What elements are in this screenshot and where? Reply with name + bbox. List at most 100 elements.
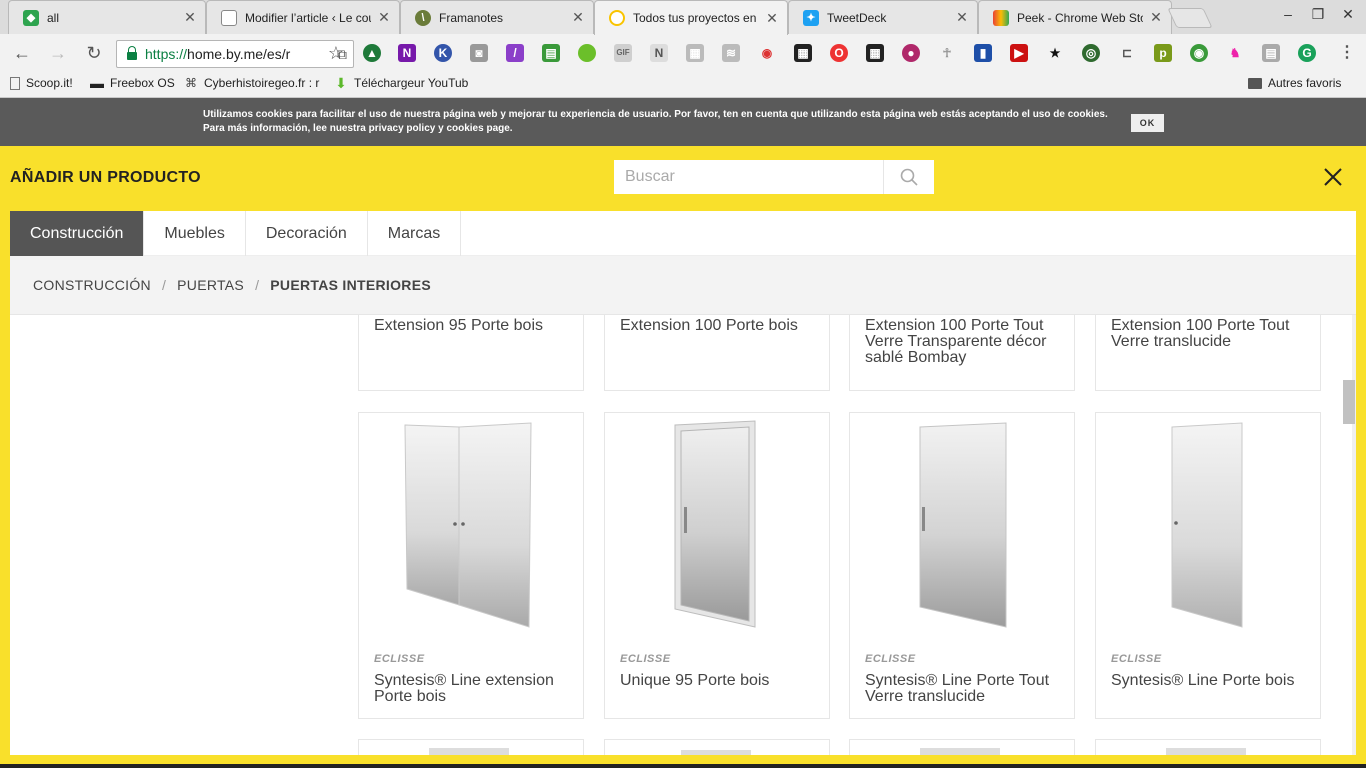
green-dot-icon[interactable] xyxy=(578,44,596,62)
category-tabs: Construcción Muebles Decoración Marcas xyxy=(10,211,1356,262)
tab-title: Framanotes xyxy=(439,10,504,25)
bookmark-item[interactable]: Scoop.it! xyxy=(10,76,73,90)
product-card[interactable]: Extension 100 Porte Tout Verre Transpare… xyxy=(849,315,1075,391)
qr-code-icon[interactable]: ▦ xyxy=(866,44,884,62)
video-icon[interactable]: ▶ xyxy=(1010,44,1028,62)
browser-tab[interactable]: Peek - Chrome Web Sto ✕ xyxy=(978,0,1172,34)
breadcrumb-item[interactable]: CONSTRUCCIÓN xyxy=(33,277,151,293)
bookmark-item[interactable]: ▬ Freebox OS xyxy=(90,76,175,90)
product-card[interactable]: ECLISSE Syntesis® Line extension Porte b… xyxy=(358,412,584,719)
framed-door-image xyxy=(674,420,756,628)
diamond-icon: ◆ xyxy=(23,9,39,26)
cookie-ok-button[interactable]: OK xyxy=(1131,114,1164,132)
page-icon xyxy=(221,9,237,26)
menu-dots-icon[interactable]: ⋮ xyxy=(1338,44,1356,62)
newspaper-icon[interactable]: N xyxy=(650,44,668,62)
feather-icon[interactable]: / xyxy=(506,44,524,62)
search-input[interactable] xyxy=(614,160,883,194)
star-icon[interactable]: ★ xyxy=(1046,44,1064,62)
product-card[interactable]: Extension 100 Porte Tout Verre transluci… xyxy=(1095,315,1321,391)
eye-icon[interactable]: ◉ xyxy=(1190,44,1208,62)
browser-tab[interactable]: ◆ all ✕ xyxy=(8,0,206,34)
turtle-icon[interactable]: ◎ xyxy=(1082,44,1100,62)
restore-icon[interactable]: ❐ xyxy=(1306,6,1330,23)
pdf-icon[interactable]: p xyxy=(1154,44,1172,62)
grammarly-icon[interactable]: G xyxy=(1298,44,1316,62)
door-image xyxy=(681,750,751,755)
printer-icon[interactable]: ▤ xyxy=(542,44,560,62)
stack-icon[interactable]: ▦ xyxy=(686,44,704,62)
twitter-icon: ✦ xyxy=(803,9,819,26)
close-tab-icon[interactable]: ✕ xyxy=(1149,9,1163,26)
product-name: Extension 100 Porte Tout Verre transluci… xyxy=(1111,317,1290,350)
new-tab-button[interactable] xyxy=(1167,8,1213,28)
bookmark-label: Freebox OS xyxy=(110,76,175,90)
close-tab-icon[interactable]: ✕ xyxy=(571,9,585,26)
breadcrumb-current: PUERTAS INTERIORES xyxy=(270,277,431,293)
product-card[interactable]: ECLISSE Syntesis® Line Porte Tout Verre … xyxy=(849,412,1075,719)
bookmark-item[interactable]: ⌘ Cyberhistoiregeo.fr : r xyxy=(184,76,319,90)
address-bar[interactable]: https:// home.by.me/es/r ⧉ xyxy=(116,40,354,68)
product-card[interactable] xyxy=(358,739,584,755)
product-name: Syntesis® Line Porte bois xyxy=(1111,672,1295,689)
forward-arrow-icon[interactable]: → xyxy=(46,41,70,65)
notebook-icon[interactable]: ▮ xyxy=(974,44,992,62)
product-panel: Construcción Muebles Decoración Marcas C… xyxy=(10,211,1356,755)
close-tab-icon[interactable]: ✕ xyxy=(765,10,779,27)
tab-construccion[interactable]: Construcción xyxy=(10,211,145,262)
tab-muebles[interactable]: Muebles xyxy=(144,211,246,256)
product-name: Extension 95 Porte bois xyxy=(374,317,543,334)
close-modal-button[interactable] xyxy=(1320,164,1346,190)
browser-tab-active[interactable]: Todos tus proyectos en ✕ xyxy=(594,0,788,35)
extension-icon[interactable]: ▤ xyxy=(1262,44,1280,62)
extension-icon[interactable]: ▲ xyxy=(363,44,381,62)
onenote-icon[interactable]: N xyxy=(398,44,416,62)
pocket-icon[interactable]: ● xyxy=(902,44,920,62)
breadcrumb-separator: / xyxy=(161,277,167,293)
browser-tab[interactable]: \ Framanotes ✕ xyxy=(400,0,594,34)
ankh-icon[interactable]: ☥ xyxy=(938,44,956,62)
product-brand: ECLISSE xyxy=(374,653,425,665)
reload-icon[interactable]: ↻ xyxy=(82,41,106,65)
product-card[interactable] xyxy=(1095,739,1321,755)
search-button[interactable] xyxy=(884,160,934,194)
minimize-icon[interactable]: – xyxy=(1276,6,1300,22)
close-tab-icon[interactable]: ✕ xyxy=(377,9,391,26)
modal-title: AÑADIR UN PRODUCTO xyxy=(10,169,201,186)
cast-icon[interactable]: ⊏ xyxy=(1118,44,1136,62)
opera-icon[interactable]: O xyxy=(830,44,848,62)
product-card[interactable]: ECLISSE Syntesis® Line Porte bois xyxy=(1095,412,1321,719)
bookmark-star-icon[interactable]: ☆ xyxy=(324,41,348,65)
elephant-icon[interactable]: ♞ xyxy=(1226,44,1244,62)
close-tab-icon[interactable]: ✕ xyxy=(183,9,197,26)
lock-icon xyxy=(127,46,137,60)
broadcast-icon[interactable]: ◉ xyxy=(758,44,776,62)
product-card[interactable] xyxy=(849,739,1075,755)
breadcrumb-item[interactable]: PUERTAS xyxy=(177,277,244,293)
product-name: Extension 100 Porte bois xyxy=(620,317,798,334)
tab-marcas[interactable]: Marcas xyxy=(368,211,462,256)
scrollbar-thumb[interactable] xyxy=(1343,380,1355,424)
taskbar-edge xyxy=(0,764,1366,768)
window-close-icon[interactable]: ✕ xyxy=(1336,6,1360,23)
qr-code-icon[interactable]: ▦ xyxy=(794,44,812,62)
browser-tab[interactable]: Modifier l’article ‹ Le cou ✕ xyxy=(206,0,400,34)
tab-title: Todos tus proyectos en xyxy=(633,11,757,25)
webstore-icon xyxy=(993,9,1009,26)
close-tab-icon[interactable]: ✕ xyxy=(955,9,969,26)
product-card[interactable]: Extension 100 Porte bois xyxy=(604,315,830,391)
tab-title: Modifier l’article ‹ Le cou xyxy=(245,10,371,25)
gif-icon[interactable]: GIF xyxy=(614,44,632,62)
tab-decoracion[interactable]: Decoración xyxy=(246,211,368,256)
extension-k-icon[interactable]: K xyxy=(434,44,452,62)
back-arrow-icon[interactable]: ← xyxy=(10,41,34,65)
product-card[interactable]: Extension 95 Porte bois xyxy=(358,315,584,391)
product-card[interactable] xyxy=(604,739,830,755)
browser-tab[interactable]: ✦ TweetDeck ✕ xyxy=(788,0,978,34)
rss-icon[interactable]: ≋ xyxy=(722,44,740,62)
bookmark-label: Autres favoris xyxy=(1268,76,1342,90)
camera-icon[interactable]: ◙ xyxy=(470,44,488,62)
other-bookmarks-folder[interactable]: Autres favoris xyxy=(1248,76,1341,90)
product-card[interactable]: ECLISSE Unique 95 Porte bois xyxy=(604,412,830,719)
bookmark-item[interactable]: ⬇ Téléchargeur YouTub xyxy=(334,76,468,90)
